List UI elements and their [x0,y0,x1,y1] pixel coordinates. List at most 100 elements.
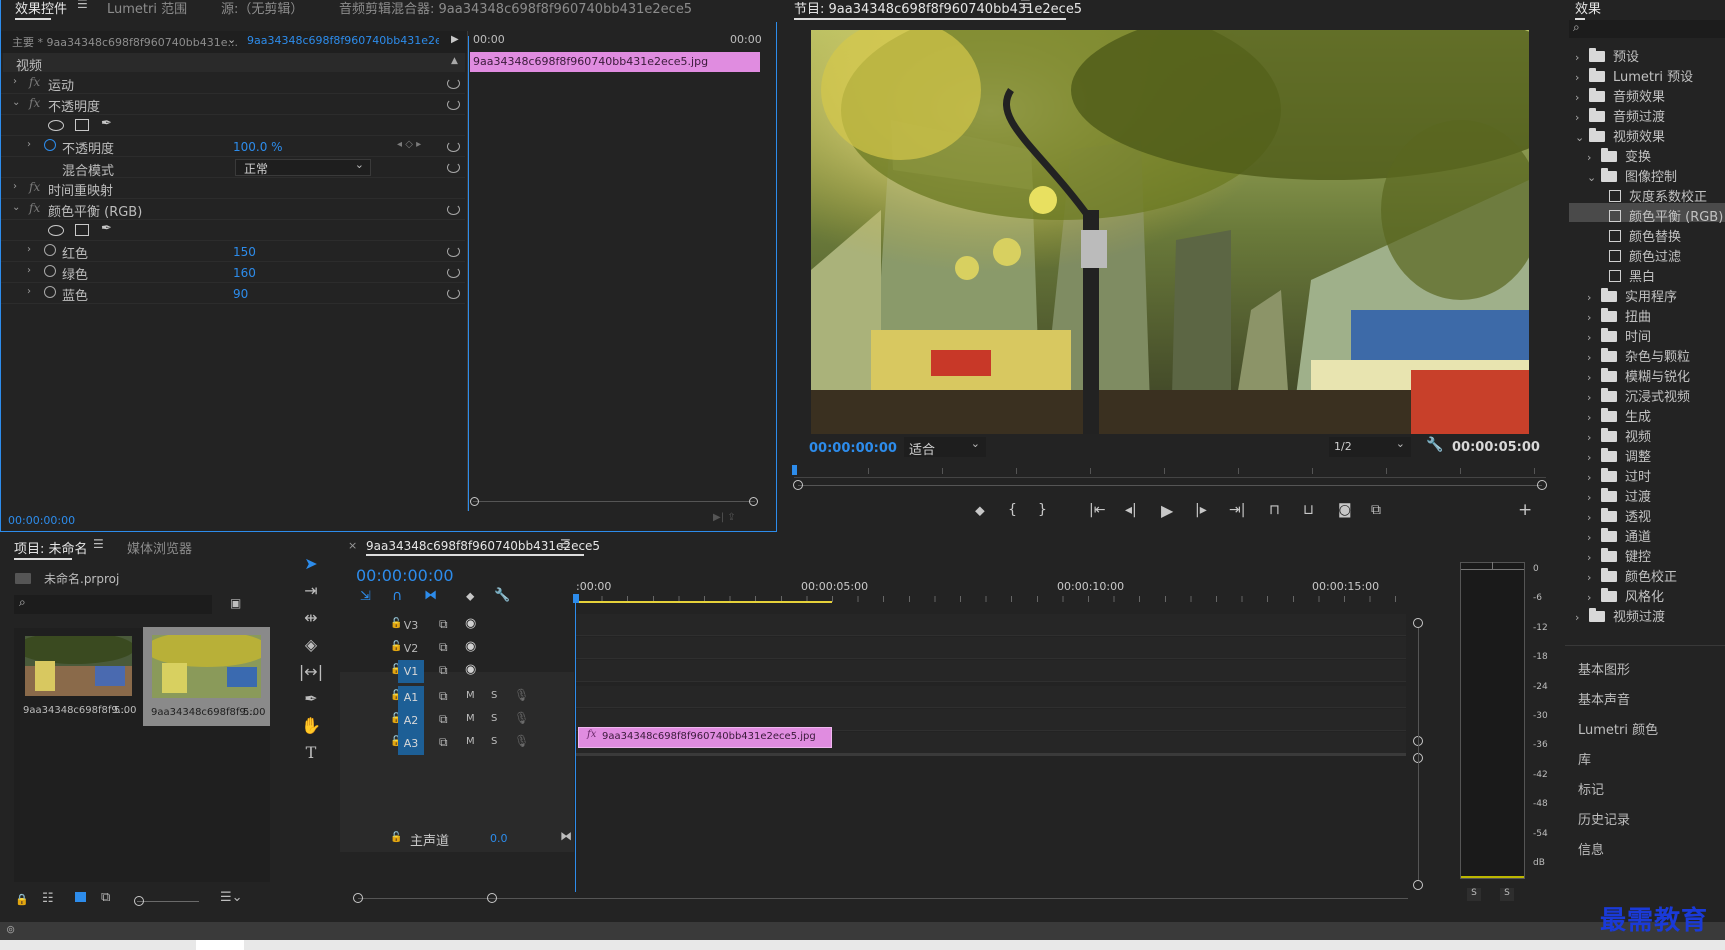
list-view-icon[interactable]: ☷ [42,891,54,906]
effects-tree-item[interactable]: › 音频效果 [1575,86,1665,105]
panel-libraries[interactable]: 库 [1578,749,1591,768]
chevron-down-icon[interactable]: ⌄ [1587,171,1601,184]
reset-icon[interactable] [447,267,460,278]
effects-tree-item[interactable]: › 实用程序 [1587,286,1677,305]
ec-timecode[interactable]: 00:00:00:00 [8,514,75,527]
param-row-green[interactable]: › 绿色 160 [1,262,465,283]
step-forward-icon[interactable]: |▸ [1195,502,1207,518]
go-to-in-icon[interactable]: |⇤ [1089,502,1105,518]
sync-lock-icon[interactable]: ⧉ [439,663,448,678]
effect-row-opacity[interactable]: ⌄ fx 不透明度 [1,94,465,115]
sync-lock-icon[interactable]: ⧉ [439,689,448,704]
extract-icon[interactable]: ⊔ [1303,502,1314,518]
mute-button[interactable]: M [466,690,475,701]
render-status-icon[interactable]: ⊚ [6,923,15,936]
chevron-right-icon[interactable]: › [1587,531,1601,544]
param-row-opacity[interactable]: › 不透明度 100.0 % ◂ ◇ ▸ [1,136,465,157]
effects-tree-item[interactable]: › 时间 [1587,326,1651,345]
panel-essential-graphics[interactable]: 基本图形 [1578,659,1630,678]
program-ruler[interactable] [794,468,1546,478]
solo-right-button[interactable]: S [1500,888,1514,901]
effects-tree-item[interactable]: › 视频 [1587,426,1651,445]
ec-scrollbar[interactable] [473,501,755,507]
effects-tree-item[interactable]: 颜色平衡 (RGB) [1609,206,1723,225]
zoom-slider[interactable] [137,901,199,902]
tab-project[interactable]: 项目: 未命名 [14,538,88,560]
effects-tree-item[interactable]: › 颜色校正 [1587,566,1677,585]
solo-button[interactable]: S [491,713,497,724]
chevron-right-icon[interactable]: › [1587,331,1601,344]
go-to-out-icon[interactable]: ⇥| [1229,502,1245,518]
fx-icon[interactable]: fx [29,96,40,110]
red-value[interactable]: 150 [233,245,256,259]
export-icon[interactable]: ▶| ⇪ [713,512,736,523]
track-lane[interactable] [576,637,1406,659]
eye-icon[interactable]: ◉ [465,639,476,654]
chevron-right-icon[interactable]: › [1587,571,1601,584]
razor-tool-icon[interactable]: ◈ [298,632,324,658]
effects-tree-item[interactable]: › 变换 [1587,146,1651,165]
reset-icon[interactable] [447,288,460,299]
ellipse-mask-icon[interactable] [48,225,64,236]
effects-tree-item[interactable]: › 通道 [1587,526,1651,545]
scroll-handle-left[interactable] [470,497,479,506]
sync-lock-icon[interactable]: ⧉ [439,617,448,632]
sync-lock-icon[interactable]: ⧉ [439,735,448,750]
tab-media-browser[interactable]: 媒体浏览器 [127,538,192,557]
reset-icon[interactable] [447,162,460,173]
chevron-right-icon[interactable]: › [1587,471,1601,484]
panel-history[interactable]: 历史记录 [1578,809,1630,828]
track-name-label[interactable]: A3 [398,732,424,755]
reset-icon[interactable] [447,204,460,215]
pen-mask-icon[interactable]: ✒ [101,221,112,236]
resolution-select[interactable]: 1/2 ⌄ [1329,437,1411,457]
reset-icon[interactable] [447,246,460,257]
chevron-right-icon[interactable]: › [1587,431,1601,444]
stopwatch-icon[interactable] [44,286,56,298]
ec-playhead[interactable] [468,36,469,511]
zoom-slider-handle[interactable] [134,896,144,906]
reset-icon[interactable] [447,78,460,89]
panel-essential-sound[interactable]: 基本声音 [1578,689,1630,708]
expand-icon[interactable]: › [27,286,31,297]
effects-tree-item[interactable]: › Lumetri 预设 [1575,66,1693,85]
go-to-end-icon[interactable]: ⧓ [560,829,572,843]
effect-row-color-balance[interactable]: ⌄ fx 颜色平衡 (RGB) [1,199,465,220]
fx-icon[interactable]: fx [29,201,40,215]
lift-icon[interactable]: ⊓ [1269,502,1280,518]
opacity-value[interactable]: 100.0 % [233,140,283,154]
panel-lumetri-color[interactable]: Lumetri 颜色 [1578,719,1658,738]
timeline-hscroll[interactable] [358,898,1408,899]
project-item-2[interactable]: 9aa34348c698f8f9... 5:00 [143,627,270,726]
track-name-label[interactable]: V1 [398,660,424,683]
effects-tree-item[interactable]: 颜色替换 [1609,226,1681,245]
scroll-handle-right[interactable] [487,893,497,903]
expand-icon[interactable]: › [27,244,31,255]
hand-tool-icon[interactable]: ✋ [298,713,324,739]
effects-tree-item[interactable]: › 音频过渡 [1575,106,1665,125]
blue-value[interactable]: 90 [233,287,248,301]
effects-tree-item[interactable]: › 过时 [1587,466,1651,485]
sync-lock-icon[interactable]: ⧉ [439,712,448,727]
eye-icon[interactable]: ◉ [465,616,476,631]
tab-effect-controls[interactable]: 效果控件 [15,0,67,20]
param-row-red[interactable]: › 红色 150 [1,241,465,262]
selection-tool-icon[interactable]: ➤ [298,551,324,577]
scroll-handle-left[interactable] [793,480,803,490]
scroll-handle-right[interactable] [749,497,758,506]
stopwatch-icon[interactable] [44,265,56,277]
chevron-right-icon[interactable]: › [1575,91,1589,104]
panel-info[interactable]: 信息 [1578,839,1604,858]
chevron-right-icon[interactable]: › [1575,611,1589,624]
effects-tree-item[interactable]: ⌄ 视频效果 [1575,126,1665,145]
chevron-right-icon[interactable]: › [1575,51,1589,64]
scroll-handle[interactable] [1413,618,1423,628]
expand-icon[interactable]: › [27,139,31,150]
effects-tree-item[interactable]: › 预设 [1575,46,1639,65]
mark-in-icon[interactable]: { [1008,502,1017,518]
track-lane[interactable] [576,660,1406,682]
menu-icon[interactable]: ☰ [1020,0,1031,11]
tab-program[interactable]: 节目: 9aa34348c698f8f960740bb431e2ece5 [794,0,1082,20]
mark-out-icon[interactable]: } [1038,502,1047,518]
effects-tree-item[interactable]: › 生成 [1587,406,1651,425]
